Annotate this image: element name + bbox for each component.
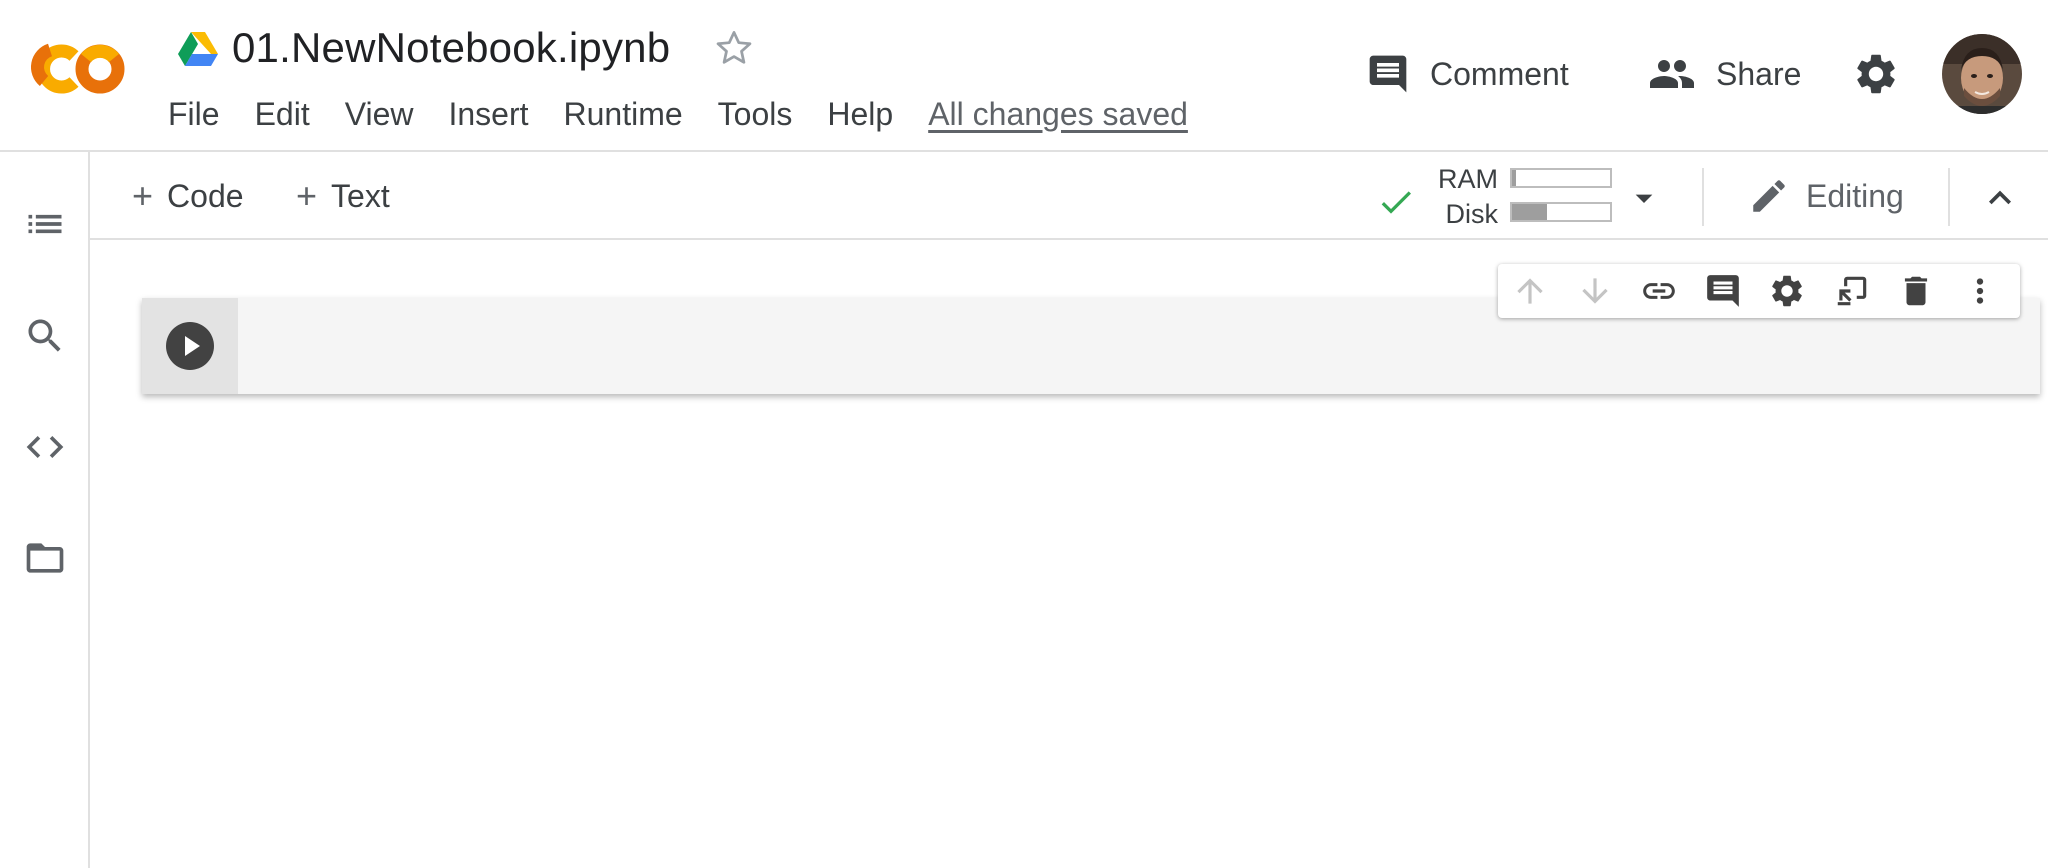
list-icon[interactable] <box>23 202 67 246</box>
title-row: 01.NewNotebook.ipynb <box>178 20 756 76</box>
folder-icon[interactable] <box>23 536 67 580</box>
search-icon[interactable] <box>23 314 67 358</box>
disk-usage-fill <box>1512 204 1548 220</box>
colab-logo[interactable] <box>30 36 130 102</box>
disk-label: Disk <box>1445 199 1499 229</box>
code-icon[interactable] <box>23 425 67 469</box>
mirror-cell-icon[interactable] <box>1827 266 1876 316</box>
left-sidebar <box>0 152 90 868</box>
link-icon[interactable] <box>1635 266 1684 316</box>
share-label: Share <box>1716 55 1802 92</box>
more-vert-icon[interactable] <box>1956 266 2005 316</box>
toolbar-divider <box>1948 168 1950 226</box>
comment-button[interactable]: Comment <box>1366 46 1569 102</box>
menu-edit[interactable]: Edit <box>255 96 328 133</box>
arrow-up-icon[interactable] <box>1506 266 1555 316</box>
star-icon[interactable] <box>712 26 756 70</box>
disk-usage-bar[interactable] <box>1510 202 1612 222</box>
menu-insert[interactable]: Insert <box>448 96 546 133</box>
add-text-label: Text <box>331 177 390 214</box>
comment-icon[interactable] <box>1699 266 1748 316</box>
pencil-icon <box>1748 175 1790 217</box>
play-icon <box>166 322 214 370</box>
connected-check-icon[interactable] <box>1376 182 1416 222</box>
ram-label: RAM <box>1438 164 1498 194</box>
save-status-link[interactable]: All changes saved <box>928 96 1188 133</box>
cell-toolbar <box>1498 264 2020 318</box>
chevron-up-icon[interactable] <box>1978 176 2022 220</box>
plus-icon: + <box>296 175 318 216</box>
arrow-down-icon[interactable] <box>1570 266 1619 316</box>
add-code-button[interactable]: + Code <box>132 172 244 220</box>
gear-icon <box>1852 50 1900 98</box>
delete-icon[interactable] <box>1892 266 1941 316</box>
people-icon <box>1648 50 1696 98</box>
header: 01.NewNotebook.ipynb File Edit View Inse… <box>0 0 2048 152</box>
ram-usage-fill <box>1512 170 1516 186</box>
run-cell-button[interactable] <box>166 322 214 370</box>
google-drive-icon[interactable] <box>178 30 218 66</box>
cell-gutter <box>142 298 238 394</box>
notebook-toolbar: + Code + Text RAM Disk Editing <box>90 152 2048 240</box>
settings-button[interactable] <box>1852 50 1900 98</box>
comment-icon <box>1366 52 1410 96</box>
editing-mode-button[interactable]: Editing <box>1748 172 1904 220</box>
toolbar-divider <box>1702 168 1704 226</box>
ram-usage-bar[interactable] <box>1510 168 1612 188</box>
user-avatar[interactable] <box>1942 34 2022 114</box>
editing-label: Editing <box>1806 177 1904 214</box>
gear-icon[interactable] <box>1763 266 1812 316</box>
menu-help[interactable]: Help <box>827 96 911 133</box>
notebook-title[interactable]: 01.NewNotebook.ipynb <box>232 24 670 72</box>
resource-labels[interactable]: RAM Disk <box>1430 162 1498 232</box>
add-code-label: Code <box>167 177 244 214</box>
menu-bar: File Edit View Insert Runtime Tools Help… <box>168 88 1188 140</box>
comment-label: Comment <box>1430 55 1569 92</box>
chevron-down-icon[interactable] <box>1624 178 1664 218</box>
plus-icon: + <box>132 175 154 216</box>
menu-view[interactable]: View <box>345 96 432 133</box>
menu-runtime[interactable]: Runtime <box>564 96 701 133</box>
share-button[interactable]: Share <box>1648 46 1801 102</box>
menu-file[interactable]: File <box>168 96 238 133</box>
add-text-button[interactable]: + Text <box>296 172 390 220</box>
menu-tools[interactable]: Tools <box>718 96 811 133</box>
